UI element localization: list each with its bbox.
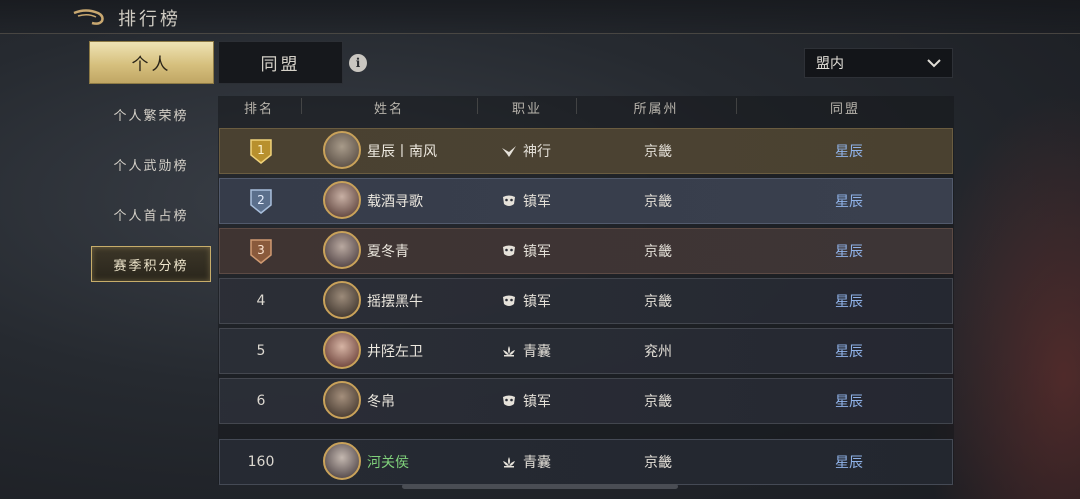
rank-number: 6 [256, 393, 266, 409]
job-label: 镇军 [523, 394, 551, 410]
player-name: 星辰丨南风 [367, 144, 437, 160]
table-row[interactable]: 6 冬帛 镇军 京畿 星辰 [219, 378, 953, 424]
table-row[interactable]: 2 载酒寻歌 镇军 京畿 星辰 [219, 178, 953, 224]
alliance-link[interactable]: 星辰 [780, 129, 918, 173]
self-rank-row[interactable]: 160 河关侯 青囊 京畿 星辰 [219, 439, 953, 485]
scope-dropdown-value: 盟内 [816, 56, 844, 72]
table-header: 排名 姓名 职业 所属州 同盟 [218, 96, 954, 118]
region-label: 京畿 [644, 455, 672, 471]
column-header-alliance: 同盟 [829, 102, 861, 117]
alliance-link[interactable]: 星辰 [780, 279, 918, 323]
job-label: 镇军 [523, 244, 551, 260]
region-label: 兖州 [644, 344, 672, 360]
table-row[interactable]: 4 摇摆黑牛 镇军 京畿 星辰 [219, 278, 953, 324]
job-label: 镇军 [523, 194, 551, 210]
bronze-medal-icon: 3 [250, 239, 272, 264]
alliance-link[interactable]: 星辰 [780, 229, 918, 273]
lotus-icon [503, 457, 515, 468]
tab-alliance[interactable]: 同盟 [218, 41, 343, 84]
column-header-region: 所属州 [633, 102, 679, 117]
alliance-link[interactable]: 星辰 [780, 379, 918, 423]
alliance-link[interactable]: 星辰 [780, 179, 918, 223]
lotus-icon [503, 346, 515, 357]
header-bar: 排行榜 [0, 0, 1080, 34]
region-label: 京畿 [644, 144, 672, 160]
silver-medal-icon: 2 [250, 189, 272, 214]
info-icon[interactable]: i [349, 54, 367, 72]
player-name: 井陉左卫 [367, 344, 423, 360]
job-label: 青囊 [523, 344, 551, 360]
avatar[interactable] [323, 231, 361, 269]
region-label: 京畿 [644, 294, 672, 310]
demon-mask-icon [503, 295, 515, 306]
rank-number: 4 [256, 293, 266, 309]
player-name: 载酒寻歌 [367, 194, 423, 210]
player-name: 冬帛 [367, 394, 395, 410]
job-label: 镇军 [523, 294, 551, 310]
demon-mask-icon [503, 245, 515, 256]
avatar[interactable] [323, 281, 361, 319]
player-name: 夏冬青 [367, 244, 409, 260]
eagle-icon [502, 146, 516, 157]
back-icon[interactable] [72, 7, 108, 27]
rank-number: 1 [257, 143, 265, 157]
player-name: 河关侯 [367, 455, 409, 471]
sidebar-item-prosperity[interactable]: 个人繁荣榜 [91, 96, 211, 132]
page-title: 排行榜 [118, 9, 181, 30]
rank-number: 2 [257, 193, 265, 207]
gold-medal-icon: 1 [250, 139, 272, 164]
rank-number: 160 [247, 454, 275, 470]
table-row[interactable]: 5 井陉左卫 青囊 兖州 星辰 [219, 328, 953, 374]
scope-dropdown[interactable]: 盟内 [804, 48, 953, 78]
job-label: 青囊 [523, 455, 551, 471]
alliance-link[interactable]: 星辰 [780, 329, 918, 373]
table-row[interactable]: 1 星辰丨南风 神行 京畿 星辰 [219, 128, 953, 174]
region-label: 京畿 [644, 194, 672, 210]
sidebar-item-season-points[interactable]: 赛季积分榜 [91, 246, 211, 282]
demon-mask-icon [503, 195, 515, 206]
demon-mask-icon [503, 395, 515, 406]
avatar[interactable] [323, 131, 361, 169]
chevron-down-icon [927, 59, 941, 68]
player-name: 摇摆黑牛 [367, 294, 423, 310]
tab-personal[interactable]: 个人 [89, 41, 214, 84]
column-header-rank: 排名 [243, 102, 275, 117]
table-row[interactable]: 3 夏冬青 镇军 京畿 星辰 [219, 228, 953, 274]
job-label: 神行 [523, 144, 551, 160]
column-header-job: 职业 [511, 102, 543, 117]
column-header-name: 姓名 [373, 102, 405, 117]
avatar[interactable] [323, 442, 361, 480]
sidebar-item-merit[interactable]: 个人武勋榜 [91, 146, 211, 182]
rank-number: 5 [256, 343, 266, 359]
avatar[interactable] [323, 381, 361, 419]
avatar[interactable] [323, 181, 361, 219]
alliance-link[interactable]: 星辰 [780, 440, 918, 484]
avatar[interactable] [323, 331, 361, 369]
horizontal-scrollbar[interactable] [402, 484, 678, 489]
region-label: 京畿 [644, 394, 672, 410]
rank-number: 3 [257, 243, 265, 257]
sidebar-item-first-capture[interactable]: 个人首占榜 [91, 196, 211, 232]
region-label: 京畿 [644, 244, 672, 260]
